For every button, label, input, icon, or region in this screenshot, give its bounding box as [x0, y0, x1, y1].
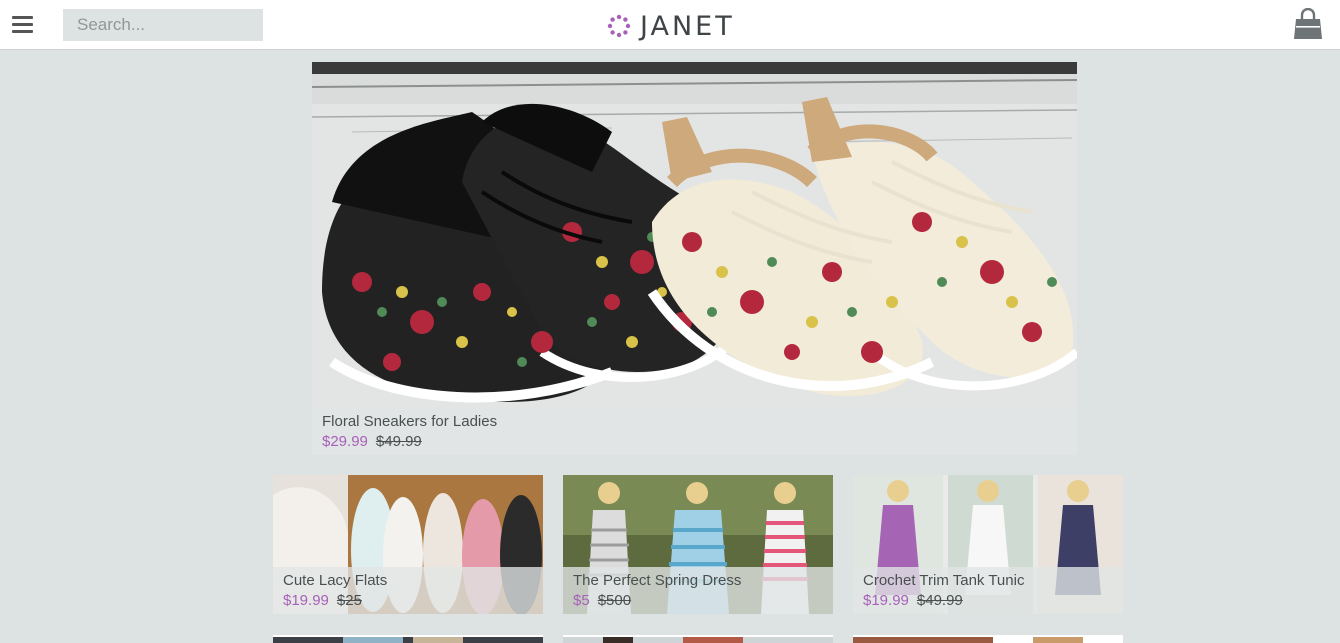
sale-price: $19.99 [283, 592, 329, 609]
logo-text: JANET [640, 10, 735, 42]
product-image-partial [273, 635, 543, 643]
product-prices: $5 $500 [573, 590, 823, 612]
sale-price: $29.99 [322, 433, 368, 450]
floral-sneakers-image [312, 62, 1077, 455]
featured-product-card[interactable]: Floral Sneakers for Ladies $29.99 $49.99 [312, 62, 1077, 455]
product-caption: Cute Lacy Flats $19.99 $25 [273, 567, 543, 614]
top-header: JANET [0, 0, 1340, 50]
product-card-partial[interactable] [563, 634, 833, 643]
featured-product-caption: Floral Sneakers for Ladies $29.99 $49.99 [312, 408, 1077, 455]
original-price: $49.99 [375, 433, 422, 450]
product-card-partial[interactable] [853, 634, 1123, 643]
product-title: Crochet Trim Tank Tunic [863, 572, 1025, 589]
sale-price: $19.99 [863, 592, 909, 609]
brand-logo[interactable]: JANET [607, 10, 735, 42]
product-caption: Crochet Trim Tank Tunic $19.99 $49.99 [853, 567, 1123, 614]
product-image-partial [563, 635, 833, 643]
product-card-partial[interactable] [273, 634, 543, 643]
product-card[interactable]: The Perfect Spring Dress $5 $500 [563, 475, 833, 614]
product-prices: $19.99 $49.99 [863, 590, 1113, 612]
product-caption: The Perfect Spring Dress $5 $500 [563, 567, 833, 614]
original-price: $500 [597, 592, 632, 609]
product-image-partial [853, 635, 1123, 643]
product-card[interactable]: Crochet Trim Tank Tunic $19.99 $49.99 [853, 475, 1123, 614]
logo-dots-icon [607, 14, 631, 38]
sale-price: $5 [573, 592, 590, 609]
product-title: Floral Sneakers for Ladies [322, 413, 498, 430]
original-price: $49.99 [916, 592, 963, 609]
search-input[interactable] [63, 9, 263, 41]
product-prices: $19.99 $25 [283, 590, 533, 612]
shopping-bag-icon[interactable] [1293, 8, 1323, 40]
product-card[interactable]: Cute Lacy Flats $19.99 $25 [273, 475, 543, 614]
product-title: Cute Lacy Flats [283, 572, 388, 589]
product-prices: $29.99 $49.99 [322, 431, 1067, 453]
product-title: The Perfect Spring Dress [573, 572, 742, 589]
original-price: $25 [336, 592, 362, 609]
hamburger-menu-icon[interactable] [12, 16, 33, 34]
